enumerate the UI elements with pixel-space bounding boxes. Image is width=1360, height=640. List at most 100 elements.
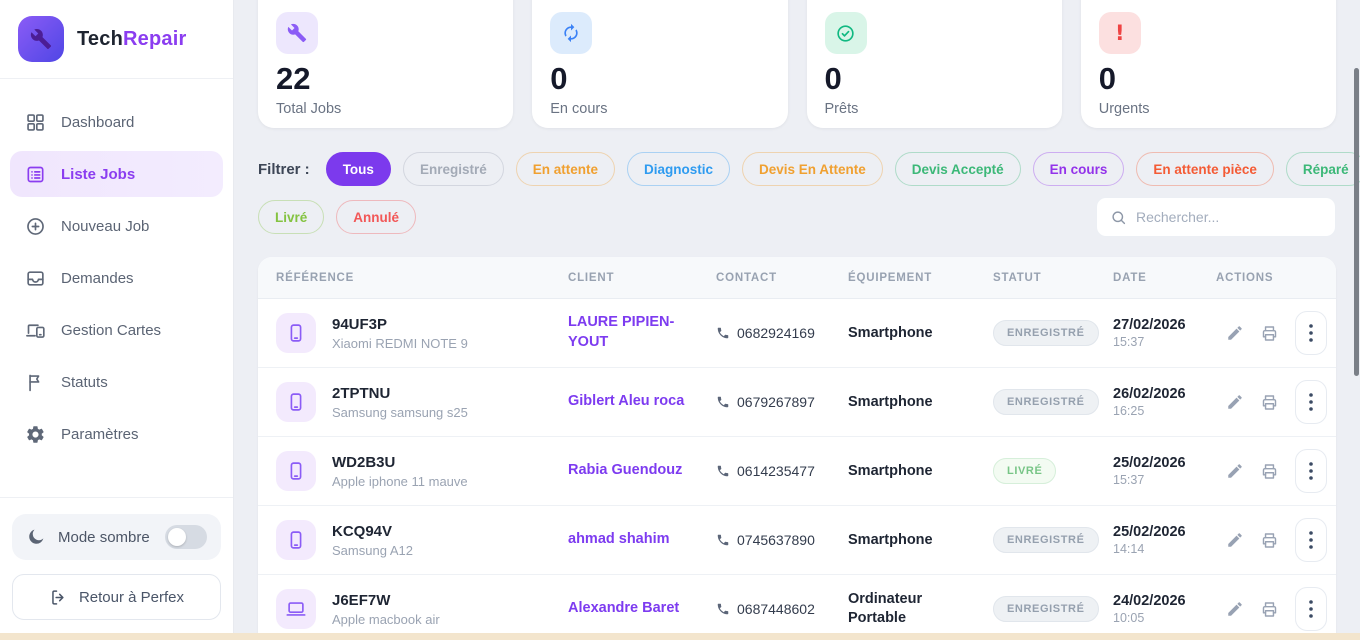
filter-row-2-pills: Livré Annulé [258, 200, 416, 234]
filter-pill-diagnostic[interactable]: Diagnostic [627, 152, 730, 186]
filter-pill-tous[interactable]: Tous [326, 152, 391, 186]
dashboard-grid-icon [25, 112, 46, 133]
toggle-knob [168, 528, 186, 546]
print-button[interactable] [1258, 391, 1281, 414]
phone-icon [716, 464, 730, 478]
print-button[interactable] [1258, 460, 1281, 483]
edit-button[interactable] [1224, 391, 1246, 413]
stat-value: 0 [550, 63, 769, 94]
sidebar-item-nouveau-job[interactable]: Nouveau Job [10, 203, 223, 249]
filter-row-1: Filtrer : TousEnregistréEn attenteDiagno… [258, 152, 1336, 186]
exclamation-icon: ! [1099, 12, 1141, 54]
job-model: Apple iphone 11 mauve [332, 474, 468, 489]
job-reference: KCQ94V [332, 523, 413, 540]
more-actions-button[interactable] [1295, 518, 1327, 562]
status-badge: ENREGISTRÉ [993, 596, 1099, 622]
edit-button[interactable] [1224, 322, 1246, 344]
search-input[interactable] [1136, 209, 1322, 225]
more-actions-button[interactable] [1295, 587, 1327, 631]
client-link[interactable]: Giblert Aleu roca [568, 392, 716, 412]
sidebar-item-demandes[interactable]: Demandes [10, 255, 223, 301]
stat-label: Total Jobs [276, 101, 495, 117]
job-reference: WD2B3U [332, 454, 468, 471]
actions-cell [1216, 518, 1336, 562]
filter-pill-livré[interactable]: Livré [258, 200, 324, 234]
stat-label: Prêts [825, 101, 1044, 117]
date-cell: 24/02/2026 10:05 [1113, 593, 1216, 625]
date-cell: 26/02/2026 16:25 [1113, 386, 1216, 418]
back-button-label: Retour à Perfex [79, 589, 184, 606]
column-header-5: DATE [1113, 272, 1216, 284]
list-icon [25, 164, 46, 185]
sidebar-item-label: Statuts [61, 374, 108, 391]
print-button[interactable] [1258, 322, 1281, 345]
job-time: 10:05 [1113, 611, 1216, 625]
filter-pill-réparé[interactable]: Réparé [1286, 152, 1360, 186]
search-box [1096, 197, 1336, 237]
filter-pill-annulé[interactable]: Annulé [336, 200, 416, 234]
phone-icon [716, 326, 730, 340]
column-header-6: ACTIONS [1216, 272, 1336, 284]
edit-button[interactable] [1224, 598, 1246, 620]
phone-number: 0614235477 [737, 463, 815, 479]
filter-pill-devis-accepté[interactable]: Devis Accepté [895, 152, 1021, 186]
dark-mode-label: Mode sombre [58, 529, 153, 546]
plus-circle-icon [25, 216, 46, 237]
contact-cell: 0679267897 [716, 394, 848, 410]
client-link[interactable]: LAURE PIPIEN-YOUT [568, 313, 716, 352]
more-actions-button[interactable] [1295, 380, 1327, 424]
back-to-perfex-button[interactable]: Retour à Perfex [12, 574, 221, 620]
sidebar-item-label: Dashboard [61, 114, 134, 131]
date-cell: 25/02/2026 15:37 [1113, 455, 1216, 487]
sidebar-item-liste-jobs[interactable]: Liste Jobs [10, 151, 223, 197]
dark-mode-toggle[interactable] [165, 525, 207, 549]
status-cell: ENREGISTRÉ [993, 596, 1113, 622]
edit-button[interactable] [1224, 529, 1246, 551]
filter-pill-enregistré[interactable]: Enregistré [403, 152, 504, 186]
equipment-cell: Smartphone [848, 324, 993, 343]
filter-pill-en-attente-pièce[interactable]: En attente pièce [1136, 152, 1274, 186]
filter-pill-devis-en-attente[interactable]: Devis En Attente [742, 152, 883, 186]
filter-pill-en-cours[interactable]: En cours [1033, 152, 1125, 186]
table-row: 2TPTNU Samsung samsung s25 Giblert Aleu … [258, 368, 1336, 437]
equipment-cell: Ordinateur Portable [848, 590, 993, 628]
devices-icon [25, 320, 46, 341]
edit-button[interactable] [1224, 460, 1246, 482]
sidebar-item-gestion-cartes[interactable]: Gestion Cartes [10, 307, 223, 353]
vertical-scrollbar[interactable] [1354, 68, 1359, 376]
moon-icon [26, 527, 46, 547]
wrench-icon [30, 28, 52, 50]
job-reference: 2TPTNU [332, 385, 468, 402]
print-button[interactable] [1258, 529, 1281, 552]
reference-cell: 2TPTNU Samsung samsung s25 [258, 382, 568, 422]
smartphone-icon [285, 460, 307, 482]
more-actions-button[interactable] [1295, 449, 1327, 493]
job-model: Apple macbook air [332, 612, 440, 627]
column-header-0: RÉFÉRENCE [258, 272, 568, 284]
equipment-cell: Smartphone [848, 531, 993, 550]
equipment-cell: Smartphone [848, 393, 993, 412]
client-link[interactable]: Alexandre Baret [568, 599, 716, 619]
stat-value: 0 [1099, 63, 1318, 94]
client-link[interactable]: Rabia Guendouz [568, 461, 716, 481]
more-actions-button[interactable] [1295, 311, 1327, 355]
sidebar-item-statuts[interactable]: Statuts [10, 359, 223, 405]
stat-value: 22 [276, 63, 495, 94]
job-date: 24/02/2026 [1113, 593, 1216, 609]
jobs-table: RÉFÉRENCECLIENTCONTACTÉQUIPEMENTSTATUTDA… [258, 257, 1336, 640]
sidebar-item-parametres[interactable]: Paramètres [10, 411, 223, 457]
sidebar-item-dashboard[interactable]: Dashboard [10, 99, 223, 145]
print-button[interactable] [1258, 598, 1281, 621]
reference-cell: J6EF7W Apple macbook air [258, 589, 568, 629]
reference-cell: 94UF3P Xiaomi REDMI NOTE 9 [258, 313, 568, 353]
filter-pill-en-attente[interactable]: En attente [516, 152, 615, 186]
status-badge: ENREGISTRÉ [993, 320, 1099, 346]
date-cell: 27/02/2026 15:37 [1113, 317, 1216, 349]
check-circle-icon [825, 12, 867, 54]
reference-cell: WD2B3U Apple iphone 11 mauve [258, 451, 568, 491]
stat-card-en-cours: 0 En cours [532, 0, 787, 128]
smartphone-icon [285, 391, 307, 413]
status-cell: LIVRÉ [993, 458, 1113, 484]
search-icon [1110, 209, 1127, 226]
client-link[interactable]: ahmad shahim [568, 530, 716, 550]
